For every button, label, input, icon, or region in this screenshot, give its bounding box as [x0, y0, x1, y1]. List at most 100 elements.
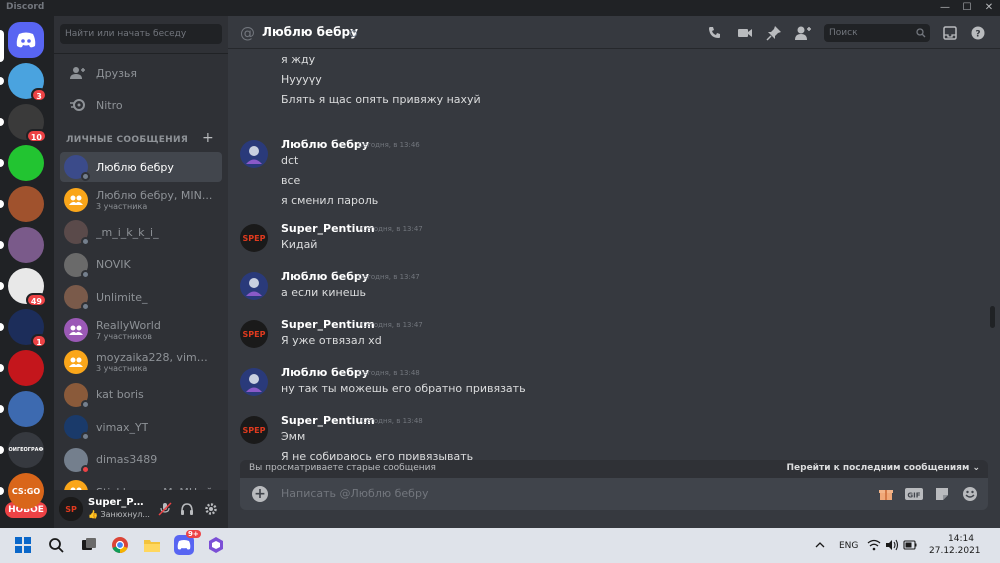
headphones-icon[interactable]	[178, 500, 196, 518]
dm-item[interactable]: _m_i_k_k_i_	[60, 217, 222, 247]
dm-item[interactable]: Люблю бебру	[60, 152, 222, 182]
server-icon[interactable]	[8, 186, 44, 222]
message-author-avatar[interactable]	[240, 140, 268, 168]
help-icon[interactable]: ?	[969, 24, 987, 42]
message-author-avatar[interactable]: SPEP	[240, 416, 268, 444]
video-call-icon[interactable]	[736, 24, 754, 42]
message-author-avatar[interactable]: SPEP	[240, 224, 268, 252]
message-scrollbar[interactable]	[990, 306, 995, 328]
add-friends-to-dm-icon[interactable]	[794, 24, 812, 42]
mute-mic-icon[interactable]	[156, 500, 174, 518]
dm-item[interactable]: Люблю бебру, MIN... 3 участника	[60, 185, 222, 215]
create-dm-plus-icon[interactable]: +	[202, 130, 214, 146]
upload-plus-icon[interactable]: +	[252, 486, 268, 502]
windows-taskbar: 9+ ENG 14:14 27.12.2021	[0, 528, 1000, 563]
user-custom-status: 👍 Занюхнул...	[88, 510, 150, 519]
message-author-avatar[interactable]: SPEP	[240, 320, 268, 348]
close-button[interactable]: ✕	[978, 0, 1000, 16]
server-icon[interactable]: 1	[8, 309, 47, 348]
unread-pill	[0, 282, 4, 290]
offline-status-icon	[350, 30, 357, 37]
settings-gear-icon[interactable]	[202, 500, 220, 518]
mention-badge: 49	[25, 293, 47, 307]
server-icon[interactable]: 49	[8, 268, 47, 307]
message-composer[interactable]: + Написать @Люблю бебру GIF	[240, 478, 988, 510]
server-rail: НОВОЕ 3 10 49 1 ОИГЕОГРАФ CS:GO	[0, 16, 54, 528]
server-icon[interactable]	[8, 227, 44, 263]
emoji-icon[interactable]	[961, 485, 979, 503]
dm-item[interactable]: moyzaika228, vimax... 3 участника	[60, 347, 222, 377]
message-timestamp: Сегодня, в 13:48	[358, 369, 420, 377]
server-icon[interactable]: 10	[8, 104, 47, 143]
user-avatar[interactable]: SP	[59, 497, 83, 521]
minimize-button[interactable]: —	[934, 0, 956, 16]
dm-item[interactable]: vimax_YT	[60, 412, 222, 442]
wifi-icon[interactable]	[866, 534, 882, 556]
file-explorer-icon[interactable]	[141, 534, 163, 556]
user-avatar	[64, 155, 90, 181]
dm-item[interactable]: ReallyWorld 7 участников	[60, 315, 222, 345]
server-icon[interactable]: CS:GO	[8, 473, 44, 509]
old-messages-notice: Вы просматриваете старые сообщения	[249, 463, 436, 473]
offline-status-icon	[81, 269, 90, 279]
voice-call-icon[interactable]	[706, 24, 724, 42]
chrome-icon[interactable]	[109, 534, 131, 556]
taskbar-search-icon[interactable]	[45, 534, 67, 556]
gift-icon[interactable]	[877, 485, 895, 503]
unread-pill	[0, 364, 4, 372]
conversation-search-input[interactable]: Найти или начать беседу	[60, 24, 222, 44]
dm-item[interactable]: kat boris	[60, 380, 222, 410]
dm-item[interactable]: dimas3489	[60, 445, 222, 475]
mention-badge: 10	[25, 129, 47, 143]
tray-chevron-up-icon[interactable]	[813, 534, 827, 556]
message-text: Я уже отвязал xd	[281, 334, 382, 347]
dm-name: Люблю бебру	[96, 160, 174, 174]
battery-icon[interactable]	[902, 534, 918, 556]
nitro-icon	[66, 95, 90, 115]
chat-area: @ Люблю бебру Поиск ? я жду Нуууүу Блять…	[228, 16, 1000, 528]
discord-app: Discord — ☐ ✕ НОВОЕ 3 10 49 1 ОИГЕОГРАФ CS:GO…	[0, 0, 1000, 528]
unread-pill	[0, 118, 4, 126]
message-input[interactable]: Написать @Люблю бебру	[281, 487, 428, 500]
input-language[interactable]: ENG	[839, 541, 858, 551]
server-avatar	[8, 145, 44, 181]
offline-status-icon	[81, 172, 90, 181]
clock-time[interactable]: 14:14	[948, 534, 974, 544]
message-author[interactable]: Люблю бебру	[281, 366, 369, 379]
jump-to-latest-button[interactable]: Перейти к последним сообщениям ⌄	[787, 463, 981, 473]
group-dm-avatar	[64, 317, 88, 342]
gif-button[interactable]: GIF	[904, 485, 924, 503]
volume-icon[interactable]	[884, 534, 900, 556]
sticker-icon[interactable]	[933, 485, 951, 503]
server-icon[interactable]: ОИГЕОГРАФ	[8, 432, 44, 468]
discord-taskbar-icon[interactable]: 9+	[173, 530, 201, 556]
offline-status-icon	[81, 237, 90, 246]
server-icon[interactable]	[8, 145, 44, 181]
message-text: ну так ты можешь его обратно привязать	[281, 382, 526, 395]
message-author-avatar[interactable]	[240, 368, 268, 396]
message-author-avatar[interactable]	[240, 272, 268, 300]
divider	[54, 53, 228, 54]
maximize-button[interactable]: ☐	[956, 0, 978, 16]
svg-text:SP: SP	[65, 505, 77, 514]
app-taskbar-icon[interactable]	[205, 534, 227, 556]
home-button[interactable]	[8, 22, 44, 58]
message-timestamp: Сегодня, в 13:46	[358, 141, 420, 149]
message-timestamp: Сегодня, в 13:47	[361, 225, 423, 233]
task-view-icon[interactable]	[78, 534, 100, 556]
inbox-icon[interactable]	[941, 24, 959, 42]
dm-item[interactable]: NOVIK	[60, 250, 222, 280]
server-icon[interactable]	[8, 391, 44, 427]
offline-status-icon	[81, 399, 90, 409]
windows-start-icon[interactable]	[12, 534, 34, 556]
pinned-messages-icon[interactable]	[765, 24, 783, 42]
message-author[interactable]: Люблю бебру	[281, 270, 369, 283]
friends-nav-item[interactable]: Друзья	[60, 59, 222, 87]
dm-item[interactable]: Unlimite_	[60, 282, 222, 312]
server-icon[interactable]: 3	[8, 63, 47, 102]
message-author[interactable]: Люблю бебру	[281, 138, 369, 151]
server-icon[interactable]	[8, 350, 44, 386]
nitro-nav-item[interactable]: Nitro	[60, 91, 222, 119]
clock-date[interactable]: 27.12.2021	[929, 546, 981, 556]
selected-pill	[0, 30, 4, 62]
